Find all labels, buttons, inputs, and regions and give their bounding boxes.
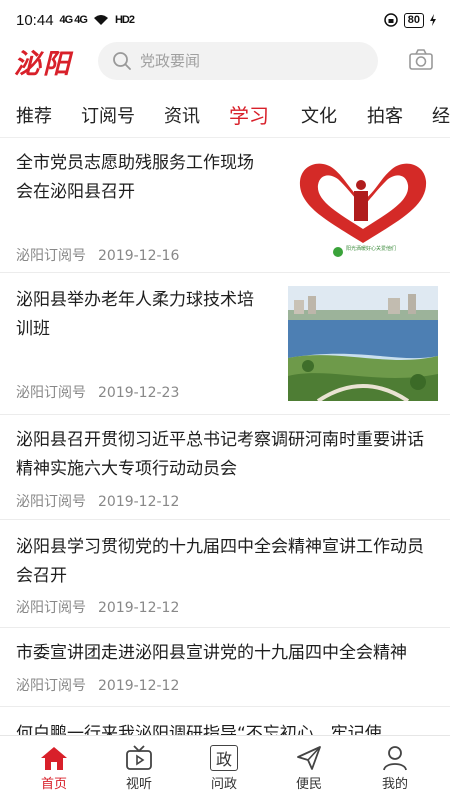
camera-icon[interactable] [408, 48, 434, 72]
news-source: 泌阳订阅号 [16, 385, 86, 401]
tab-subscriptions[interactable]: 订阅号 [81, 102, 135, 128]
lock-rotation-icon [384, 13, 398, 27]
user-icon [383, 746, 407, 771]
search-icon [113, 52, 131, 70]
news-source: 泌阳订阅号 [16, 494, 86, 510]
news-title: 市委宣讲团走进泌阳县宣讲党的十九届四中全会精神 [16, 643, 407, 663]
nav-services[interactable]: 便民 [269, 736, 349, 800]
hd-icon: HD2 [114, 14, 135, 26]
tab-photo[interactable]: 拍客 [367, 102, 403, 128]
nav-profile[interactable]: 我的 [355, 736, 435, 800]
search-input[interactable] [140, 52, 340, 70]
nav-home[interactable]: 首页 [14, 736, 94, 800]
news-meta: 泌阳订阅号 2019-12-12 [16, 597, 179, 617]
news-title: 泌阳县学习贯彻党的十九届四中全会精神宣讲工作动员 会召开 [16, 537, 424, 586]
category-tabs: 推荐 订阅号 资讯 学习 文化 拍客 经 [0, 92, 450, 138]
tab-culture[interactable]: 文化 [301, 102, 337, 128]
tab-recommend[interactable]: 推荐 [16, 102, 52, 128]
news-thumbnail[interactable] [288, 286, 438, 401]
news-meta: 泌阳订阅号 2019-12-12 [16, 491, 179, 511]
nav-label: 便民 [295, 777, 322, 792]
app-header: 泌阳 [0, 40, 450, 84]
news-meta: 泌阳订阅号 2019-12-16 [16, 245, 179, 265]
list-item[interactable]: 泌阳县举办老年人柔力球技术培 训班 泌阳订阅号 2019-12-23 [0, 274, 450, 415]
battery-level: 80 [403, 12, 424, 28]
nav-audiovisual[interactable]: 视听 [99, 736, 179, 800]
nav-label: 我的 [381, 777, 408, 792]
news-source: 泌阳订阅号 [16, 248, 86, 264]
news-meta: 泌阳订阅号 2019-12-23 [16, 382, 179, 402]
signal-icon: 4G 4G [59, 14, 88, 26]
nav-label: 问政 [210, 777, 237, 792]
list-item[interactable]: 泌阳县召开贯彻习近平总书记考察调研河南时重要讲话 精神实施六大专项行动动员会 泌… [0, 416, 450, 520]
news-thumbnail[interactable]: 阳光洒暖好心关爱他们 [288, 151, 438, 264]
list-item[interactable]: 何白鹏一行来我泌阳调研指导“不忘初心、牢记使 [0, 708, 450, 744]
news-date: 2019-12-12 [98, 494, 180, 510]
list-item[interactable]: 市委宣讲团走进泌阳县宣讲党的十九届四中全会精神 泌阳订阅号 2019-12-12 [0, 629, 450, 707]
send-icon [297, 746, 321, 770]
news-title: 泌阳县举办老年人柔力球技术培 训班 [16, 290, 254, 339]
charging-icon [430, 14, 436, 26]
tv-icon [126, 745, 152, 770]
status-time: 10:44 [16, 11, 54, 29]
news-source: 泌阳订阅号 [16, 678, 86, 694]
news-source: 泌阳订阅号 [16, 600, 86, 616]
tab-news[interactable]: 资讯 [164, 102, 200, 128]
bottom-nav: 首页 视听 政 问政 便民 我的 [0, 735, 450, 800]
thumb-caption: 阳光洒暖好心关爱他们 [346, 245, 396, 252]
status-bar: 10:44 4G 4G HD2 80 [0, 0, 450, 40]
news-date: 2019-12-12 [98, 600, 180, 616]
heart-hands-image: 阳光洒暖好心关爱他们 [288, 151, 438, 264]
news-title: 全市党员志愿助残服务工作现场 会在泌阳县召开 [16, 153, 254, 202]
news-date: 2019-12-23 [98, 385, 180, 401]
riverside-park-image [288, 286, 438, 401]
list-item[interactable]: 泌阳县学习贯彻党的十九届四中全会精神宣讲工作动员 会召开 泌阳订阅号 2019-1… [0, 521, 450, 628]
nav-label: 视听 [125, 777, 152, 792]
app-logo[interactable]: 泌阳 [14, 42, 72, 81]
list-item[interactable]: 全市党员志愿助残服务工作现场 会在泌阳县召开 泌阳订阅号 2019-12-16 阳… [0, 139, 450, 273]
wifi-icon [93, 15, 108, 25]
home-icon [41, 747, 67, 770]
nav-government[interactable]: 政 问政 [184, 736, 264, 800]
search-bar[interactable] [98, 42, 378, 80]
news-title: 泌阳县召开贯彻习近平总书记考察调研河南时重要讲话 精神实施六大专项行动动员会 [16, 430, 424, 479]
news-date: 2019-12-16 [98, 248, 180, 264]
news-meta: 泌阳订阅号 2019-12-12 [16, 675, 179, 695]
nav-label: 首页 [40, 777, 67, 792]
tab-economy[interactable]: 经 [432, 102, 450, 128]
tab-study[interactable]: 学习 [229, 100, 269, 129]
wenzheng-icon: 政 [210, 745, 238, 771]
news-date: 2019-12-12 [98, 678, 180, 694]
